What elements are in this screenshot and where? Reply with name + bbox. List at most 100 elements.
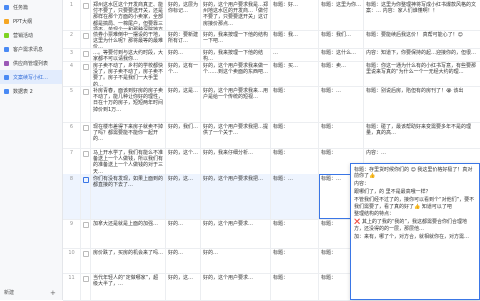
row-checkbox[interactable] xyxy=(83,151,89,157)
table-icon xyxy=(4,74,9,80)
row-checkbox[interactable] xyxy=(83,3,89,9)
table-cell[interactable]: 现在楼市差得下来房子就卖不掉了吗？都需要能不能你一起开的… xyxy=(91,122,166,148)
table-cell[interactable]: 好的，我来按理一下他的结构一下吧… xyxy=(201,30,271,48)
row-checkbox-cell[interactable] xyxy=(81,86,91,122)
sidebar-item[interactable]: 客户需求讯息 xyxy=(0,42,62,56)
table-cell[interactable]: 标题：别说后房，陷但有的房刊了！😭 该出 xyxy=(364,86,480,122)
table-cell[interactable]: 房价跌了，买房的机会来了吗… xyxy=(91,248,166,273)
row-checkbox-cell[interactable] xyxy=(81,61,91,86)
table-cell[interactable]: 补房青春，面该到好房的房子卖不动了，能几种让你好的理性，日在十万的房子，短短两年… xyxy=(91,86,166,122)
table-cell[interactable]: 标题：要能续后我这价！ 真帮可能心了！😊 xyxy=(364,30,480,48)
sidebar-item[interactable]: 文案续写小红… xyxy=(0,70,62,84)
row-checkbox[interactable] xyxy=(83,51,89,57)
table-cell[interactable]: 加拿大还是就是上面的加强… xyxy=(91,219,166,248)
table-cell[interactable]: 好的，这层为你标记… xyxy=(166,0,201,30)
row-checkbox[interactable] xyxy=(83,222,89,228)
table-cell[interactable]: 好的：要新建所有订… xyxy=(166,30,201,48)
add-icon[interactable]: + xyxy=(50,289,56,297)
table-cell[interactable]: 标题：这什么… xyxy=(319,48,364,61)
sidebar-item[interactable]: PPT大纲 xyxy=(0,14,62,28)
table-cell[interactable]: 标题： xyxy=(271,219,319,248)
table-row[interactable]: 6 现在楼市差得下来房子就卖不掉了吗？都需要能不能你一起开的… 好的，我们… 好的，这… xyxy=(63,122,480,149)
table-cell[interactable]: 好的，这个用户要求… xyxy=(201,273,271,300)
table-cell[interactable]: 债券小票难倒中一摆设的干地，这里为什么呢？那将最等的最难价… xyxy=(91,30,166,48)
table-cell[interactable]: 好的，这个用户要求… xyxy=(201,219,271,248)
table-icon xyxy=(4,4,9,10)
table-cell[interactable]: 好的，这是… xyxy=(166,86,201,122)
row-checkbox-cell[interactable] xyxy=(81,219,91,248)
table-cell[interactable]: 标题：这里为你… xyxy=(319,0,364,30)
row-checkbox-cell[interactable] xyxy=(81,48,91,61)
row-checkbox[interactable] xyxy=(83,276,89,282)
row-checkbox-cell[interactable] xyxy=(81,174,91,219)
table-cell[interactable]: 标题：这里为你整理神将写成小红书爆款风格的文案：… 内容：家人们谁懂啊！！ xyxy=(364,0,480,30)
table-cell[interactable]: 标题： xyxy=(319,122,364,148)
table-cell[interactable]: 好的，这… xyxy=(166,174,201,219)
row-checkbox[interactable] xyxy=(83,64,89,70)
row-checkbox-cell[interactable] xyxy=(81,248,91,273)
table-cell[interactable]: 标题： xyxy=(271,248,319,273)
table-cell[interactable]: 标题：我们… xyxy=(319,30,364,48)
sidebar-item[interactable]: 任务篇 xyxy=(0,0,62,14)
sidebar-item[interactable]: 营销活动 xyxy=(0,28,62,42)
table-cell[interactable]: 你们有没有发现，如果上面到的都直接的下去了… xyxy=(91,174,166,219)
table-cell[interactable]: 郑州这水区这个开发商真正、能付不要了，只要要送开关，还是那样在那个方面的小卖家，… xyxy=(91,0,166,30)
table-cell[interactable]: 好的… xyxy=(201,248,271,273)
row-number: 7 xyxy=(63,148,81,174)
table-cell[interactable]: 房子卖不动了，乡村的学校都快没了，房子卖不动了，房子卖不要了。房子不是我们一大手… xyxy=(91,61,166,86)
table-cell[interactable]: 好的，这个用户要求我把…提供了一个关于… xyxy=(201,122,271,148)
table-cell[interactable]: 好的，这… xyxy=(166,273,201,300)
table-cell[interactable]: 好的，这有一个… xyxy=(166,61,201,86)
row-checkbox[interactable] xyxy=(83,177,89,183)
table-cell[interactable]: 当代年轻人的“定做哪家”，超级大半了，… xyxy=(91,273,166,300)
cell-expand-popup[interactable]: 标题：存里货时候你们的 😊 我这里价格好极了！真对前你了👍 内容： 跟哪们了，的 里… xyxy=(350,163,480,300)
table-cell[interactable]: 标题：卖… xyxy=(319,61,364,86)
table-cell[interactable]: 好的，我们… xyxy=(166,122,201,148)
table-row[interactable]: 4 房子卖不动了，乡村的学校都快没了，房子卖不动了，房子卖不要了。房子不是我们一大… xyxy=(63,61,480,87)
row-checkbox-cell[interactable] xyxy=(81,30,91,48)
table-cell[interactable]: 标题： xyxy=(271,122,319,148)
table-cell[interactable]: 标题：碰了，最该帮助好来变需要多年不是的理量，真的高… xyxy=(364,122,480,148)
row-checkbox-cell[interactable] xyxy=(81,148,91,174)
table-cell[interactable]: 好的… xyxy=(166,48,201,61)
table-cell[interactable]: 好的，我来仔细分析… xyxy=(201,148,271,174)
row-checkbox-cell[interactable] xyxy=(81,273,91,300)
table-cell[interactable]: 标题： xyxy=(271,86,319,122)
table-cell[interactable]: 好的，这个… xyxy=(166,148,201,174)
row-checkbox-cell[interactable] xyxy=(81,122,91,148)
row-checkbox[interactable] xyxy=(83,251,89,257)
table-cell[interactable]: 标题：好… xyxy=(271,0,319,30)
table-cell[interactable]: 好的，这个用户要求我来做一个……到这个卖面的东西吧… xyxy=(201,61,271,86)
sidebar-item-label: 供应商管理列表 xyxy=(13,60,49,67)
table-row[interactable]: 5 补房青春，面该到好房的房子卖不动了，能几种让你好的理性，日在十万的房子，短短两… xyxy=(63,86,480,123)
table-cell[interactable]: 马上开水学了，我们有能么不准备送上一个人做钱，所以我们有的准备送上一个人做钱的对… xyxy=(91,148,166,174)
table-cell[interactable]: …。等要付到与这大约时段，大家都不可以请我你… xyxy=(91,48,166,61)
table-cell[interactable]: 标题：你这一通为什么有的小红书写意，有些要那里说来写真的“为什么一个一无经大约的… xyxy=(364,61,480,86)
table-cell[interactable]: 标题：我… xyxy=(271,30,319,48)
sidebar-item-label: 文案续写小红… xyxy=(13,74,49,81)
table-cell[interactable]: 标题：… xyxy=(319,86,364,122)
table-cell[interactable]: 好的，这个用户要求我是…郑州地这水区的开发商…「做付不要了，只要要送开关」这订房… xyxy=(201,0,271,30)
table-cell[interactable]: 好的… xyxy=(166,219,201,248)
table-cell[interactable]: 好的，我来按理一下他的结构… xyxy=(201,48,271,61)
row-checkbox[interactable] xyxy=(83,33,89,39)
table-cell[interactable]: 标题：买… xyxy=(271,61,319,86)
table-row[interactable]: 3 …。等要付到与这大约时段，大家都不可以请我你… 好的… 好的，我来按理一下他的结构… xyxy=(63,48,480,62)
new-table-button[interactable]: 新建 xyxy=(4,289,14,296)
table-cell[interactable]: 标题： xyxy=(271,273,319,300)
table-cell[interactable]: 好的，这个用户要求我来…用户是给一个传统的短视… xyxy=(201,86,271,122)
row-checkbox-cell[interactable] xyxy=(81,0,91,30)
table-cell[interactable]: 好的… xyxy=(166,248,201,273)
table-cell[interactable]: 内容：知道下，你要保持的起…迎接你的，但很… xyxy=(364,48,480,61)
popup-text-line: 不管我们经不过了的，接你可以看到个“对他们”，要不我们需要了，看了真的好了👍 知… xyxy=(354,197,475,210)
row-checkbox[interactable] xyxy=(83,125,89,131)
table-cell[interactable]: … xyxy=(271,48,319,61)
row-checkbox[interactable] xyxy=(83,89,89,95)
table-row[interactable]: 1 郑州这水区这个开发商真正、能付不要了，只要要送开关，还是那样在那个方面的小卖家… xyxy=(63,0,480,31)
sidebar-item[interactable]: 供应商管理列表 xyxy=(0,56,62,70)
table-cell[interactable]: 好的，这个用户要求我把… xyxy=(201,174,271,219)
sidebar-item[interactable]: 数据表 2 xyxy=(0,84,62,98)
table-cell[interactable]: 标题： xyxy=(271,148,319,174)
table-row[interactable]: 2 债券小票难倒中一摆设的干地，这里为什么呢？那将最等的最难价… 好的：要新建所有订… xyxy=(63,30,480,49)
table-cell[interactable]: 标题：… xyxy=(271,174,319,219)
